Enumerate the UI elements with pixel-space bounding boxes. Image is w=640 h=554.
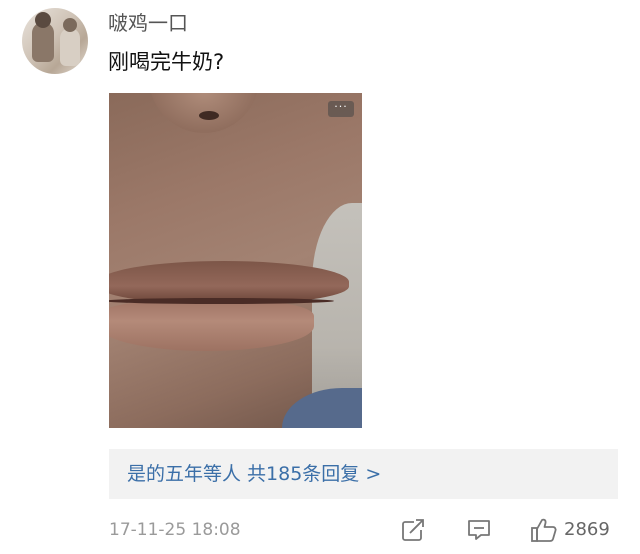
avatar-figure-left — [32, 12, 54, 62]
image-shirt — [282, 388, 362, 428]
comment-button[interactable] — [466, 516, 492, 544]
reply-preview[interactable]: 是的五年等人 共185条回复 > — [109, 449, 618, 499]
avatar[interactable] — [22, 8, 88, 74]
image-nostril — [199, 111, 219, 120]
post-image[interactable]: ··· — [109, 93, 362, 428]
timestamp: 17-11-25 18:08 — [109, 520, 241, 540]
avatar-figure-right — [60, 18, 80, 66]
like-button[interactable]: 2869 — [530, 516, 610, 544]
image-upper-lip — [109, 261, 349, 303]
like-count: 2869 — [564, 519, 610, 540]
image-lower-lip — [109, 301, 314, 351]
image-lip-line — [109, 298, 334, 304]
image-more-button[interactable]: ··· — [328, 101, 354, 117]
post-text: 刚喝完牛奶? — [108, 50, 225, 74]
reply-preview-link[interactable]: 是的五年等人 共185条回复 > — [127, 461, 381, 487]
comment-icon — [468, 520, 490, 540]
repost-button[interactable] — [400, 516, 426, 544]
like-icon — [531, 518, 557, 542]
username[interactable]: 啵鸡一口 — [108, 10, 188, 36]
repost-icon — [402, 518, 426, 541]
